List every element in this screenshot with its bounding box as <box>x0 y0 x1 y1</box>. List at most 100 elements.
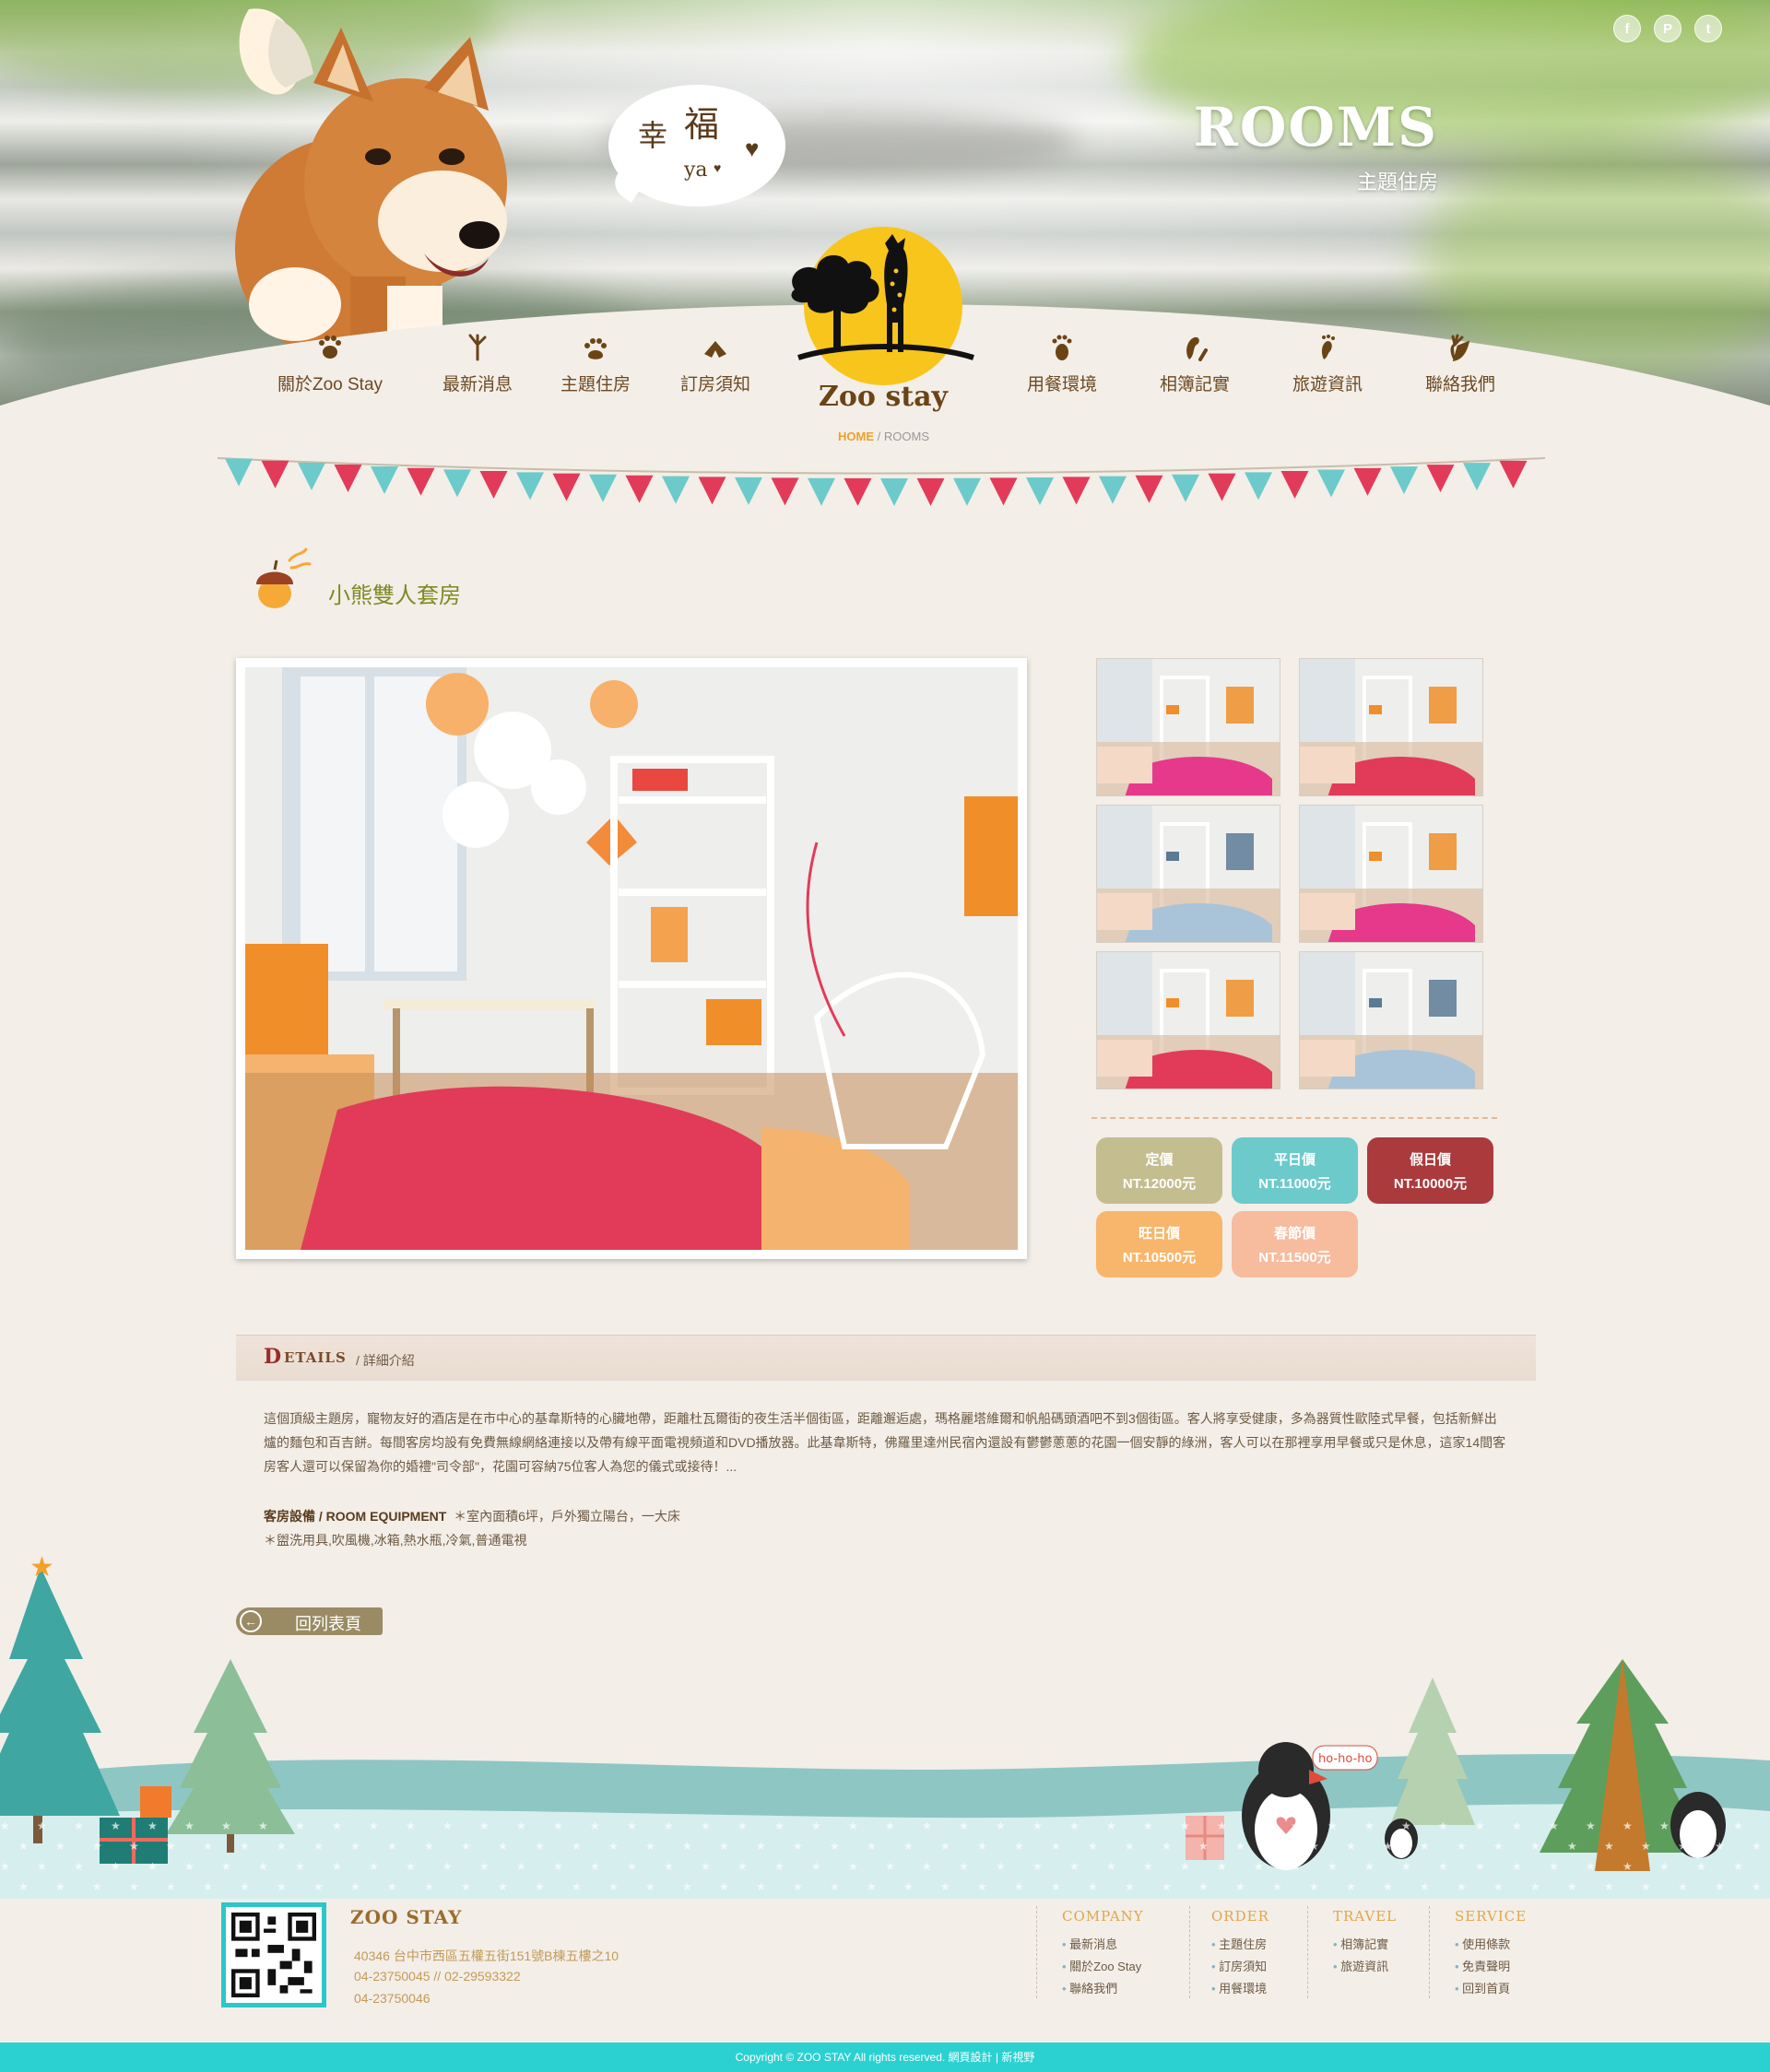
footer-link[interactable]: 旅遊資訊 <box>1333 1956 1397 1978</box>
svg-text:★: ★ <box>830 1840 840 1853</box>
facebook-icon[interactable]: f <box>1613 15 1641 42</box>
svg-text:★: ★ <box>1512 1860 1522 1873</box>
svg-text:★: ★ <box>498 1880 508 1893</box>
svg-text:★: ★ <box>1069 1819 1080 1832</box>
svg-text:★: ★ <box>258 1860 268 1873</box>
nav-item-rooms[interactable]: 主題住房 <box>531 334 660 395</box>
svg-text:★: ★ <box>1752 1880 1762 1893</box>
svg-text:★: ★ <box>148 1819 158 1832</box>
nav-item-news[interactable]: 最新消息 <box>413 334 542 395</box>
room-thumbnail[interactable] <box>1299 805 1483 943</box>
svg-text:★: ★ <box>996 1819 1006 1832</box>
svg-text:★: ★ <box>313 1880 324 1893</box>
svg-text:★: ★ <box>996 1860 1006 1873</box>
room-thumbnail[interactable] <box>1096 951 1280 1089</box>
svg-text:★: ★ <box>369 1860 379 1873</box>
svg-text:★: ★ <box>1272 1880 1282 1893</box>
price-badge-holiday: 假日價 NT.10000元 <box>1367 1137 1493 1204</box>
copyright-bar: Copyright © ZOO STAY All rights reserved… <box>0 2043 1770 2072</box>
svg-text:★: ★ <box>738 1860 748 1873</box>
svg-text:★: ★ <box>37 1819 47 1832</box>
svg-text:★: ★ <box>0 1819 10 1832</box>
winter-scene-illustration: ★ ho-ho-ho ★ ★ ★ ★ ★ ★ ★ ★ ★ ★ ★ ★ ★ ★ ★ ★ ★ ★ ★ ★ ★ ★ ★ ★ ★ ★ ★ ★ ★… <box>0 1552 1770 1899</box>
svg-text:★: ★ <box>535 1840 545 1853</box>
zoo-stay-logo[interactable]: Zoo stay <box>780 225 986 418</box>
price-badge-weekday: 平日價 NT.11000元 <box>1232 1137 1358 1204</box>
svg-text:Zoo stay: Zoo stay <box>819 381 950 413</box>
nav-item-travel[interactable]: 旅遊資訊 <box>1263 334 1392 395</box>
room-thumbnail[interactable] <box>1299 658 1483 796</box>
footer-column-order: ORDER 主題住房 訂房須知 用餐環境 <box>1211 1908 1269 2000</box>
room-thumbnail[interactable] <box>1299 951 1483 1089</box>
svg-text:★: ★ <box>1586 1819 1596 1832</box>
svg-text:★: ★ <box>608 1840 619 1853</box>
company-phone: 04-23750045 // 02-29593322 <box>354 1969 521 1984</box>
bunting-flag <box>625 475 654 503</box>
page-title: ROOMS 主題住房 <box>1194 96 1438 195</box>
footer-link[interactable]: 主題住房 <box>1211 1934 1269 1956</box>
bunting-flag <box>407 467 435 496</box>
main-room-photo[interactable] <box>236 658 1027 1259</box>
svg-text:★: ★ <box>1051 1840 1061 1853</box>
plurk-icon[interactable]: P <box>1654 15 1682 42</box>
svg-text:★: ★ <box>627 1860 637 1873</box>
breadcrumb-home[interactable]: HOME <box>838 430 874 443</box>
footer-link[interactable]: 使用條款 <box>1455 1934 1527 1956</box>
svg-text:★: ★ <box>1069 1860 1080 1873</box>
svg-text:★: ★ <box>479 1860 490 1873</box>
room-thumbnail[interactable] <box>1096 658 1280 796</box>
room-thumbnail[interactable] <box>1096 805 1280 943</box>
footer-link[interactable]: 用餐環境 <box>1211 1978 1269 2000</box>
nav-label: 主題住房 <box>560 375 631 394</box>
svg-text:★: ★ <box>258 1819 268 1832</box>
svg-text:★: ★ <box>277 1880 287 1893</box>
svg-text:★: ★ <box>221 1860 231 1873</box>
svg-text:★: ★ <box>811 1819 821 1832</box>
svg-text:★: ★ <box>885 1819 895 1832</box>
nav-item-booking[interactable]: 訂房須知 <box>651 334 780 395</box>
svg-text:★: ★ <box>442 1819 453 1832</box>
price-value: NT.12000元 <box>1122 1176 1197 1192</box>
svg-text:★: ★ <box>387 1880 397 1893</box>
qr-code[interactable] <box>221 1902 326 2007</box>
svg-text:★: ★ <box>1604 1880 1614 1893</box>
footer-link[interactable]: 免責聲明 <box>1455 1956 1527 1978</box>
price-badge-new-year: 春節價 NT.11500元 <box>1232 1211 1358 1277</box>
footer-link[interactable]: 關於Zoo Stay <box>1062 1956 1144 1978</box>
nav-item-contact[interactable]: 聯絡我們 <box>1396 334 1525 395</box>
footer-link[interactable]: 相簿記實 <box>1333 1934 1397 1956</box>
svg-text:★: ★ <box>959 1860 969 1873</box>
price-badge-list: 定價 NT.12000元 <box>1096 1137 1222 1204</box>
nav-item-dining[interactable]: 用餐環境 <box>997 334 1127 395</box>
footer-link[interactable]: 回到首頁 <box>1455 1978 1527 2000</box>
bunting-flag <box>1099 476 1127 504</box>
svg-text:★: ★ <box>1401 1819 1411 1832</box>
svg-text:★: ★ <box>1328 1860 1338 1873</box>
nav-item-album[interactable]: 相簿記實 <box>1130 334 1259 395</box>
footer-link[interactable]: 最新消息 <box>1062 1934 1144 1956</box>
company-fax: 04-23750046 <box>354 1991 431 2006</box>
svg-text:★: ★ <box>406 1819 416 1832</box>
bunting-flag <box>298 462 325 490</box>
svg-text:★: ★ <box>18 1840 29 1853</box>
footer-link[interactable]: 訂房須知 <box>1211 1956 1269 1978</box>
svg-text:★: ★ <box>1125 1840 1135 1853</box>
price-value: NT.10500元 <box>1122 1250 1197 1266</box>
svg-text:★: ★ <box>738 1819 748 1832</box>
svg-text:★: ★ <box>30 1552 54 1583</box>
svg-text:★: ★ <box>442 1860 453 1873</box>
bunting-flag <box>1426 465 1455 493</box>
svg-text:★: ★ <box>295 1819 305 1832</box>
svg-text:★: ★ <box>461 1840 471 1853</box>
twitter-icon[interactable]: t <box>1694 15 1722 42</box>
bear-paw-icon <box>997 334 1127 371</box>
breadcrumb: HOME / ROOMS <box>838 430 929 443</box>
svg-text:★: ★ <box>1475 1819 1485 1832</box>
svg-text:★: ★ <box>74 1819 84 1832</box>
footer-link[interactable]: 聯絡我們 <box>1062 1978 1144 2000</box>
svg-text:★: ★ <box>830 1880 840 1893</box>
nav-item-about[interactable]: 關於Zoo Stay <box>266 334 395 395</box>
svg-text:★: ★ <box>111 1819 121 1832</box>
happiness-speech-bubble: 幸 福 ya ♥ ♥ <box>608 85 785 206</box>
svg-text:★: ★ <box>535 1880 545 1893</box>
